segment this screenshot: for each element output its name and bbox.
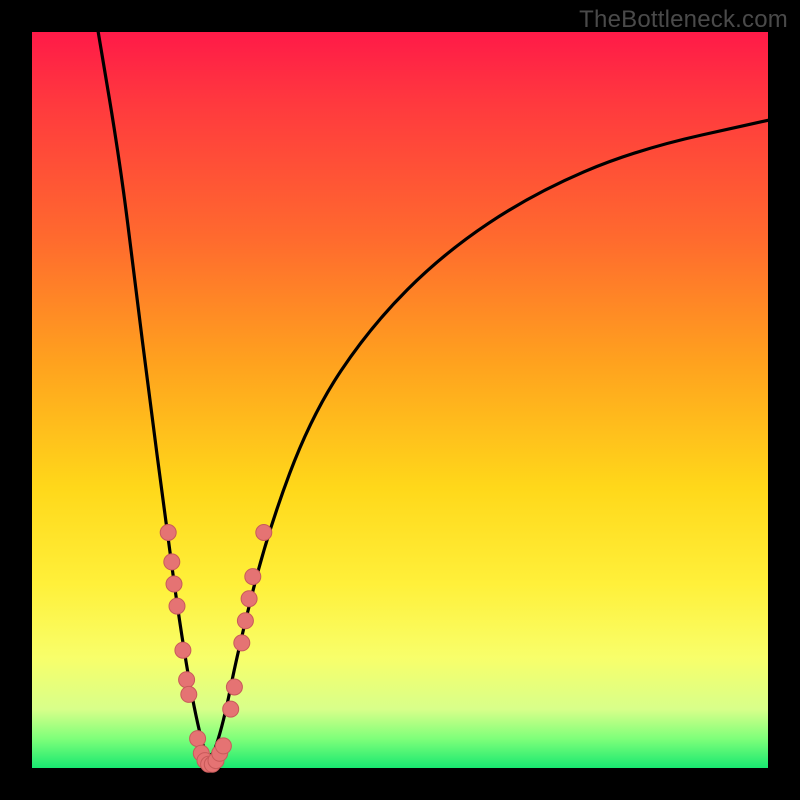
sample-dot [237, 613, 253, 629]
sample-dot [169, 598, 185, 614]
sample-dot [245, 569, 261, 585]
sample-dot [234, 635, 250, 651]
curve-layer [32, 32, 768, 768]
sample-dot [160, 525, 176, 541]
sample-dot [256, 525, 272, 541]
sample-dot [223, 701, 239, 717]
watermark-text: TheBottleneck.com [579, 6, 788, 34]
sample-dot [241, 591, 257, 607]
sample-dot [166, 576, 182, 592]
sample-dot [164, 554, 180, 570]
sample-dot [190, 731, 206, 747]
sample-dot [175, 642, 191, 658]
bottleneck-curve [98, 32, 768, 755]
plot-area [32, 32, 768, 768]
chart-frame: TheBottleneck.com [0, 0, 800, 800]
sample-dot [179, 672, 195, 688]
sample-dot [181, 686, 197, 702]
sample-dot [226, 679, 242, 695]
sample-dot [215, 738, 231, 754]
sample-dots [160, 525, 272, 773]
